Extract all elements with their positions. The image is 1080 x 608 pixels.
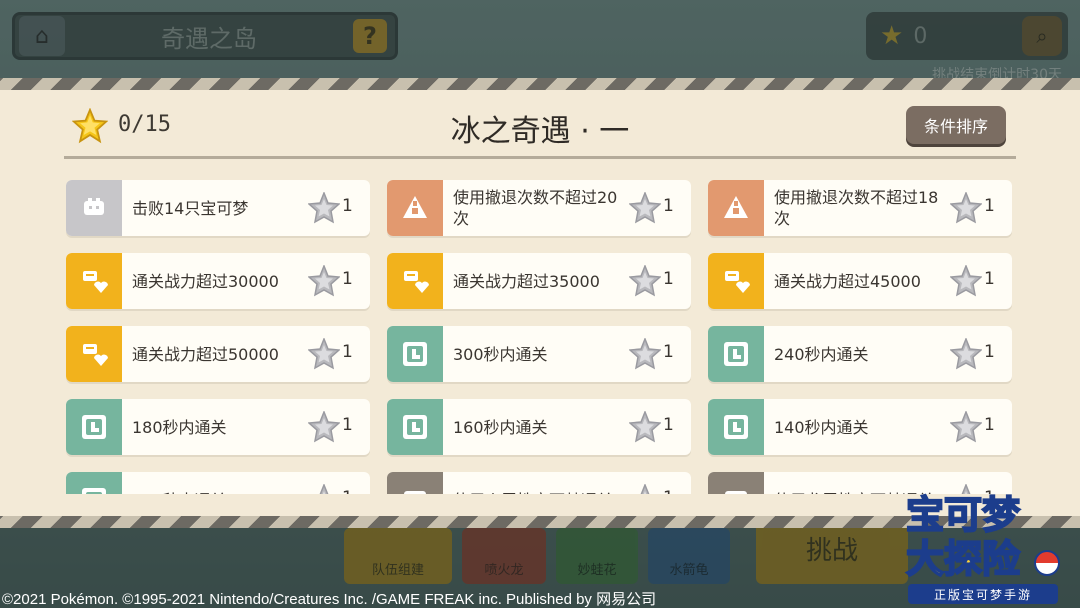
condition-card[interactable]: 使用撤退次数不超过20次 1 <box>387 180 691 236</box>
reward-star-icon <box>628 409 662 443</box>
reward-count: 1 <box>342 342 353 362</box>
retreat-icon <box>387 180 443 236</box>
condition-card[interactable]: 180秒内通关 1 <box>66 399 370 455</box>
type-icon <box>708 472 764 494</box>
condition-card[interactable]: 160秒内通关 1 <box>387 399 691 455</box>
reward-star-icon <box>949 336 983 370</box>
timer-icon <box>708 326 764 382</box>
retreat-icon <box>708 180 764 236</box>
condition-text: 140秒内通关 <box>774 417 869 437</box>
reward-star-icon <box>307 409 341 443</box>
reward-count: 1 <box>663 196 674 216</box>
condition-card[interactable]: 120秒内通关 1 <box>66 472 370 494</box>
logo-line2: 大探险 <box>905 536 1021 582</box>
condition-text: 240秒内通关 <box>774 344 869 364</box>
star-progress: 0/15 <box>118 112 171 137</box>
type-icon <box>387 472 443 494</box>
power-icon <box>66 253 122 309</box>
timer-icon <box>387 399 443 455</box>
pokeball-icon <box>1034 550 1060 576</box>
timer-icon <box>387 326 443 382</box>
reward-count: 1 <box>984 415 995 435</box>
condition-card[interactable]: 通关战力超过45000 1 <box>708 253 1012 309</box>
condition-card[interactable]: 140秒内通关 1 <box>708 399 1012 455</box>
reward-count: 1 <box>984 196 995 216</box>
condition-card[interactable]: 击败14只宝可梦 1 <box>66 180 370 236</box>
reward-count: 1 <box>342 196 353 216</box>
condition-text: 通关战力超过30000 <box>132 271 279 291</box>
power-icon <box>66 326 122 382</box>
reward-count: 1 <box>342 415 353 435</box>
condition-text: 300秒内通关 <box>453 344 548 364</box>
reward-star-icon <box>949 409 983 443</box>
sort-conditions-button[interactable]: 条件排序 <box>906 106 1006 144</box>
reward-count: 1 <box>342 269 353 289</box>
reward-count: 1 <box>342 488 353 494</box>
power-icon <box>387 253 443 309</box>
reward-star-icon <box>307 336 341 370</box>
condition-text: 使用撤退次数不超过18次 <box>774 188 939 228</box>
condition-card[interactable]: 通关战力超过50000 1 <box>66 326 370 382</box>
panel-stripe-top <box>0 78 1080 90</box>
timer-icon <box>66 399 122 455</box>
copyright-text: ©2021 Pokémon. ©1995-2021 Nintendo/Creat… <box>2 591 657 608</box>
reward-count: 1 <box>984 269 995 289</box>
condition-text: 通关战力超过35000 <box>453 271 600 291</box>
timer-icon <box>66 472 122 494</box>
timer-icon <box>708 399 764 455</box>
condition-text: 击败14只宝可梦 <box>132 198 249 218</box>
condition-panel: 0/15 冰之奇遇 · 一 条件排序 击败14只宝可梦 1 使用撤退次数不超过20次… <box>0 90 1080 516</box>
condition-card[interactable]: 使用撤退次数不超过18次 1 <box>708 180 1012 236</box>
condition-card[interactable]: 使用火属性宝可梦通关 1 <box>387 472 691 494</box>
reward-count: 1 <box>984 342 995 362</box>
header-divider <box>64 156 1016 159</box>
reward-star-icon <box>949 263 983 297</box>
pokemon-defeat-icon <box>66 180 122 236</box>
condition-card[interactable]: 240秒内通关 1 <box>708 326 1012 382</box>
reward-star-icon <box>307 263 341 297</box>
condition-text: 通关战力超过50000 <box>132 344 279 364</box>
reward-count: 1 <box>663 269 674 289</box>
condition-text: 使用火属性宝可梦通关 <box>453 472 633 495</box>
reward-count: 1 <box>663 488 674 494</box>
condition-grid[interactable]: 击败14只宝可梦 1 使用撤退次数不超过20次 1 使用撤退次数不超过18次 1 通关战力超… <box>66 180 1014 494</box>
reward-star-icon <box>629 482 661 494</box>
panel-title: 冰之奇遇 · 一 <box>450 114 630 149</box>
condition-card[interactable]: 通关战力超过30000 1 <box>66 253 370 309</box>
reward-star-icon <box>949 190 983 224</box>
condition-text: 通关战力超过45000 <box>774 271 921 291</box>
logo-tagline: 正版宝可梦手游 <box>908 584 1058 604</box>
condition-text: 120秒内通关 <box>132 472 312 495</box>
reward-count: 1 <box>663 342 674 362</box>
condition-text: 使用撤退次数不超过20次 <box>453 188 618 228</box>
gold-star-icon <box>72 108 108 144</box>
condition-text: 180秒内通关 <box>132 417 227 437</box>
condition-card[interactable]: 通关战力超过35000 1 <box>387 253 691 309</box>
reward-star-icon <box>628 190 662 224</box>
condition-card[interactable]: 300秒内通关 1 <box>387 326 691 382</box>
reward-star-icon <box>628 336 662 370</box>
reward-star-icon <box>308 482 340 494</box>
reward-count: 1 <box>663 415 674 435</box>
reward-star-icon <box>307 190 341 224</box>
condition-text: 160秒内通关 <box>453 417 548 437</box>
game-logo: 宝可梦 大探险 正版宝可梦手游 <box>900 480 1070 606</box>
power-icon <box>708 253 764 309</box>
reward-star-icon <box>628 263 662 297</box>
